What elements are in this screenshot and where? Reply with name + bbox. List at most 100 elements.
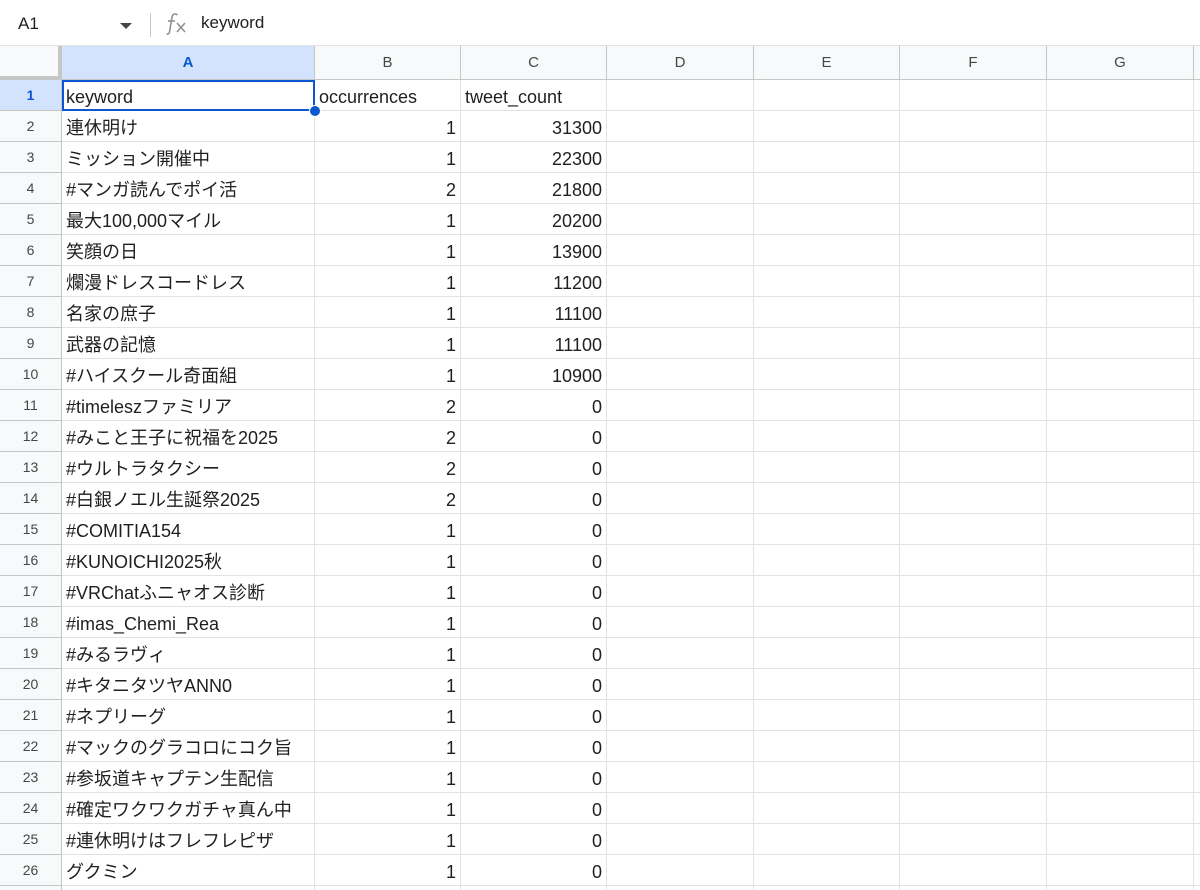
cell-e8[interactable] xyxy=(754,297,900,328)
cell-c19[interactable]: 0 xyxy=(461,638,607,669)
cell-f6[interactable] xyxy=(900,235,1047,266)
cell-b27[interactable] xyxy=(315,886,461,890)
cell-c22[interactable]: 0 xyxy=(461,731,607,762)
cell-f12[interactable] xyxy=(900,421,1047,452)
cell-extra16[interactable] xyxy=(1194,545,1200,576)
cell-f22[interactable] xyxy=(900,731,1047,762)
row-header-25[interactable]: 25 xyxy=(0,824,62,855)
cell-f20[interactable] xyxy=(900,669,1047,700)
cell-f19[interactable] xyxy=(900,638,1047,669)
cell-e17[interactable] xyxy=(754,576,900,607)
cell-g24[interactable] xyxy=(1047,793,1194,824)
cell-d7[interactable] xyxy=(607,266,754,297)
cell-f4[interactable] xyxy=(900,173,1047,204)
cell-c13[interactable]: 0 xyxy=(461,452,607,483)
cell-d11[interactable] xyxy=(607,390,754,421)
row-header-7[interactable]: 7 xyxy=(0,266,62,297)
cell-a23[interactable]: #参坂道キャプテン生配信 xyxy=(62,762,315,793)
cell-g4[interactable] xyxy=(1047,173,1194,204)
cell-a2[interactable]: 連休明け xyxy=(62,111,315,142)
cell-e20[interactable] xyxy=(754,669,900,700)
cell-g8[interactable] xyxy=(1047,297,1194,328)
cell-f27[interactable] xyxy=(900,886,1047,890)
row-header-11[interactable]: 11 xyxy=(0,390,62,421)
cell-d26[interactable] xyxy=(607,855,754,886)
cell-extra4[interactable] xyxy=(1194,173,1200,204)
cell-f25[interactable] xyxy=(900,824,1047,855)
cell-c11[interactable]: 0 xyxy=(461,390,607,421)
cell-g25[interactable] xyxy=(1047,824,1194,855)
cell-e23[interactable] xyxy=(754,762,900,793)
cell-f1[interactable] xyxy=(900,80,1047,111)
cell-d2[interactable] xyxy=(607,111,754,142)
row-header-9[interactable]: 9 xyxy=(0,328,62,359)
cell-g9[interactable] xyxy=(1047,328,1194,359)
cell-f3[interactable] xyxy=(900,142,1047,173)
row-header-3[interactable]: 3 xyxy=(0,142,62,173)
cell-e22[interactable] xyxy=(754,731,900,762)
cell-g21[interactable] xyxy=(1047,700,1194,731)
cell-f10[interactable] xyxy=(900,359,1047,390)
cell-b23[interactable]: 1 xyxy=(315,762,461,793)
cell-b26[interactable]: 1 xyxy=(315,855,461,886)
cell-g19[interactable] xyxy=(1047,638,1194,669)
cell-b11[interactable]: 2 xyxy=(315,390,461,421)
cell-extra5[interactable] xyxy=(1194,204,1200,235)
name-box[interactable]: A1 xyxy=(0,6,145,40)
cell-g18[interactable] xyxy=(1047,607,1194,638)
cell-b5[interactable]: 1 xyxy=(315,204,461,235)
cell-e25[interactable] xyxy=(754,824,900,855)
cell-extra17[interactable] xyxy=(1194,576,1200,607)
cell-c25[interactable]: 0 xyxy=(461,824,607,855)
cell-e15[interactable] xyxy=(754,514,900,545)
cell-e10[interactable] xyxy=(754,359,900,390)
cell-c4[interactable]: 21800 xyxy=(461,173,607,204)
cell-d14[interactable] xyxy=(607,483,754,514)
cell-b10[interactable]: 1 xyxy=(315,359,461,390)
cell-a11[interactable]: #timeleszファミリア xyxy=(62,390,315,421)
cell-extra1[interactable] xyxy=(1194,80,1200,111)
cell-g23[interactable] xyxy=(1047,762,1194,793)
cell-d6[interactable] xyxy=(607,235,754,266)
cell-extra26[interactable] xyxy=(1194,855,1200,886)
cell-f21[interactable] xyxy=(900,700,1047,731)
cell-a20[interactable]: #キタニタツヤANN0 xyxy=(62,669,315,700)
column-header-extra[interactable] xyxy=(1194,46,1200,80)
cell-e27[interactable] xyxy=(754,886,900,890)
cell-extra25[interactable] xyxy=(1194,824,1200,855)
cell-b14[interactable]: 2 xyxy=(315,483,461,514)
cell-b17[interactable]: 1 xyxy=(315,576,461,607)
cell-a9[interactable]: 武器の記憶 xyxy=(62,328,315,359)
cell-c12[interactable]: 0 xyxy=(461,421,607,452)
cell-d1[interactable] xyxy=(607,80,754,111)
cell-e13[interactable] xyxy=(754,452,900,483)
cell-c8[interactable]: 11100 xyxy=(461,297,607,328)
cell-g7[interactable] xyxy=(1047,266,1194,297)
cell-b25[interactable]: 1 xyxy=(315,824,461,855)
row-header-18[interactable]: 18 xyxy=(0,607,62,638)
chevron-down-icon[interactable] xyxy=(120,23,132,29)
cell-d16[interactable] xyxy=(607,545,754,576)
cell-a6[interactable]: 笑顔の日 xyxy=(62,235,315,266)
cell-b13[interactable]: 2 xyxy=(315,452,461,483)
cell-extra23[interactable] xyxy=(1194,762,1200,793)
cell-a14[interactable]: #白銀ノエル生誕祭2025 xyxy=(62,483,315,514)
cell-c17[interactable]: 0 xyxy=(461,576,607,607)
cell-c14[interactable]: 0 xyxy=(461,483,607,514)
cell-e9[interactable] xyxy=(754,328,900,359)
cell-extra11[interactable] xyxy=(1194,390,1200,421)
row-header-6[interactable]: 6 xyxy=(0,235,62,266)
cell-extra6[interactable] xyxy=(1194,235,1200,266)
cell-c10[interactable]: 10900 xyxy=(461,359,607,390)
cell-d22[interactable] xyxy=(607,731,754,762)
cell-f15[interactable] xyxy=(900,514,1047,545)
cell-e12[interactable] xyxy=(754,421,900,452)
row-header-5[interactable]: 5 xyxy=(0,204,62,235)
row-header-12[interactable]: 12 xyxy=(0,421,62,452)
cell-d21[interactable] xyxy=(607,700,754,731)
cell-b19[interactable]: 1 xyxy=(315,638,461,669)
cell-f24[interactable] xyxy=(900,793,1047,824)
cell-extra10[interactable] xyxy=(1194,359,1200,390)
cell-extra22[interactable] xyxy=(1194,731,1200,762)
column-header-c[interactable]: C xyxy=(461,46,607,80)
